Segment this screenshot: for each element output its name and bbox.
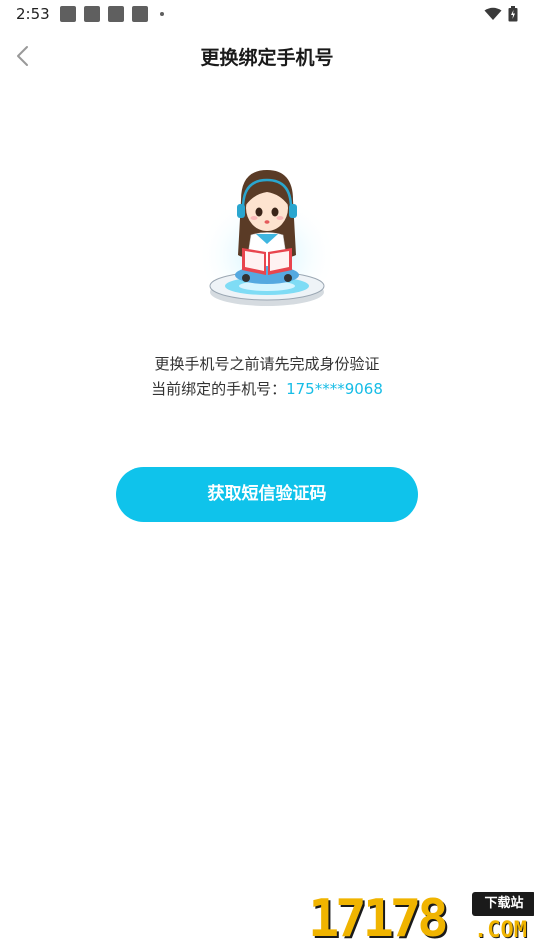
more-notifications-icon	[160, 12, 164, 16]
wifi-icon	[484, 7, 502, 20]
watermark-domain: .COM	[474, 918, 527, 943]
current-phone-number: 175****9068	[286, 380, 383, 398]
page-title: 更换绑定手机号	[200, 47, 334, 69]
current-phone-line: 当前绑定的手机号：175****9068	[0, 377, 534, 402]
notification-icon	[84, 6, 100, 22]
watermark-logo: 17178 下载站 .COM	[308, 888, 534, 950]
watermark-number: 17178	[308, 889, 449, 949]
status-bar: 2:53	[0, 0, 534, 28]
app-header: 更换绑定手机号	[0, 30, 534, 82]
current-phone-label: 当前绑定的手机号：	[151, 380, 287, 398]
verification-info: 更换手机号之前请先完成身份验证 当前绑定的手机号：175****9068	[0, 352, 534, 402]
verification-instruction: 更换手机号之前请先完成身份验证	[154, 355, 380, 373]
notification-icon	[132, 6, 148, 22]
notification-icon	[108, 6, 124, 22]
get-sms-code-button[interactable]: 获取短信验证码	[116, 467, 418, 522]
watermark-tag: 下载站	[472, 892, 534, 916]
status-time: 2:53	[16, 5, 50, 23]
reading-girl-illustration	[197, 170, 337, 317]
battery-icon	[508, 6, 518, 22]
notification-icon	[60, 6, 76, 22]
